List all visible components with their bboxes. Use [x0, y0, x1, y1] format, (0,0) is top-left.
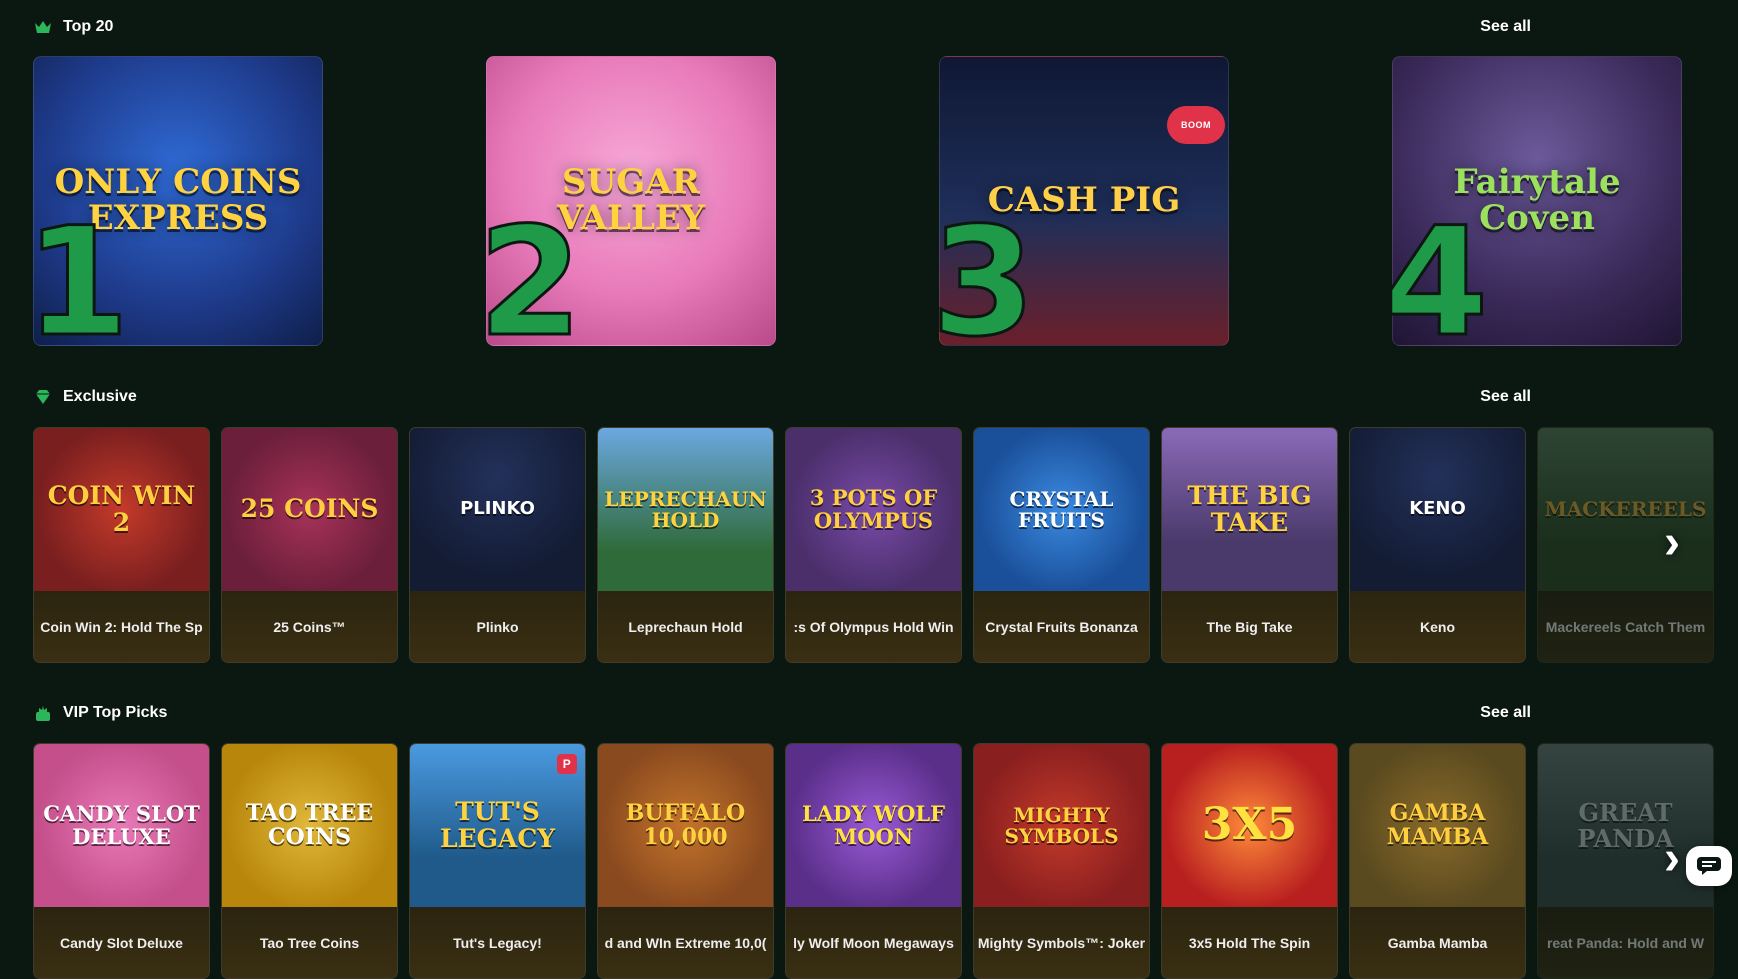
game-art: COIN WIN 2 — [34, 428, 209, 591]
game-name: Mackereels Catch Them — [1538, 591, 1713, 662]
game-art-text: CANDY SLOT DELUXE — [43, 801, 200, 849]
game-card[interactable]: 3 POTS OF OLYMPUS :s Of Olympus Hold Win — [785, 427, 962, 663]
game-art-text: MACKEREELS — [1544, 497, 1707, 521]
game-name: Gamba Mamba — [1350, 907, 1525, 978]
rank-number: 1 — [23, 196, 130, 370]
game-art-text: 25 COINS — [240, 494, 379, 524]
exclusive-row: COIN WIN 2 Coin Win 2: Hold The Sp 25 CO… — [33, 427, 1738, 663]
section-title-vip: VIP Top Picks — [63, 704, 168, 721]
game-name: reat Panda: Hold and W — [1538, 907, 1713, 978]
game-card[interactable]: KENO Keno — [1349, 427, 1526, 663]
game-art: LADY WOLF MOON — [786, 744, 961, 907]
rank-number: 4 — [1382, 196, 1489, 370]
game-art-text: LEPRECHAUN HOLD — [604, 486, 767, 532]
game-name: Tut's Legacy! — [410, 907, 585, 978]
game-art-text: MIGHTY SYMBOLS — [1004, 802, 1119, 848]
section-title-exclusive: Exclusive — [63, 388, 137, 405]
game-name: Plinko — [410, 591, 585, 662]
rank-number: 2 — [476, 196, 583, 370]
game-card[interactable]: BUFFALO 10,000 d and WIn Extreme 10,0( — [597, 743, 774, 979]
game-card[interactable]: 25 COINS 25 Coins™ — [221, 427, 398, 663]
game-art: TAO TREE COINS — [222, 744, 397, 907]
see-all-top20-link[interactable]: See all — [1480, 18, 1531, 36]
game-name: d and WIn Extreme 10,0( — [598, 907, 773, 978]
game-art-text: CRYSTAL FRUITS — [1009, 486, 1114, 532]
game-name: ly Wolf Moon Megaways — [786, 907, 961, 978]
top20-row: ONLY COINS EXPRESS 1 SUGAR VALLEY 2 CASH… — [23, 56, 1683, 360]
game-name: Crystal Fruits Bonanza — [974, 591, 1149, 662]
game-card[interactable]: CRYSTAL FRUITS Crystal Fruits Bonanza — [973, 427, 1150, 663]
game-name: Tao Tree Coins — [222, 907, 397, 978]
p-badge: P — [557, 754, 577, 774]
game-card[interactable]: CANDY SLOT DELUXE Candy Slot Deluxe — [33, 743, 210, 979]
game-art: CRYSTAL FRUITS — [974, 428, 1149, 591]
game-art-text: 3x5 — [1201, 799, 1298, 851]
top20-header: Top 20 See all — [33, 12, 1531, 42]
top20-card-3[interactable]: CASH PIG BOOM 3 — [929, 56, 1229, 360]
vip-icon — [33, 703, 53, 723]
exclusive-header: Exclusive See all — [33, 382, 1531, 412]
vip-header: VIP Top Picks See all — [33, 698, 1531, 728]
game-art: KENO — [1350, 428, 1525, 591]
game-card[interactable]: LEPRECHAUN HOLD Leprechaun Hold — [597, 427, 774, 663]
game-art-text: PLINKO — [460, 498, 535, 520]
game-art: MACKEREELS — [1538, 428, 1713, 591]
game-art: THE BIG TAKE — [1162, 428, 1337, 591]
exclusive-title-group: Exclusive — [33, 387, 137, 407]
see-all-vip-link[interactable]: See all — [1480, 704, 1531, 722]
game-art: 25 COINS — [222, 428, 397, 591]
game-name: Mighty Symbols™: Joker — [974, 907, 1149, 978]
game-name: :s Of Olympus Hold Win — [786, 591, 961, 662]
section-title-top20: Top 20 — [63, 18, 114, 35]
game-art-text: GAMBA MAMBA — [1386, 800, 1489, 850]
game-art: GREAT PANDA — [1538, 744, 1713, 907]
diamond-icon — [33, 387, 53, 407]
game-art-text: COIN WIN 2 — [47, 481, 196, 537]
game-name: Candy Slot Deluxe — [34, 907, 209, 978]
game-art: BUFFALO 10,000 — [598, 744, 773, 907]
game-art-text: THE BIG TAKE — [1187, 481, 1312, 537]
game-name: Keno — [1350, 591, 1525, 662]
game-art-text: 3 POTS OF OLYMPUS — [809, 485, 938, 533]
game-card[interactable]: MIGHTY SYMBOLS Mighty Symbols™: Joker — [973, 743, 1150, 979]
game-art: 3 POTS OF OLYMPUS — [786, 428, 961, 591]
game-card[interactable]: TAO TREE COINS Tao Tree Coins — [221, 743, 398, 979]
game-card[interactable]: TUT'S LEGACY P Tut's Legacy! — [409, 743, 586, 979]
game-name: 3x5 Hold The Spin — [1162, 907, 1337, 978]
boom-badge: BOOM — [1167, 106, 1225, 144]
crown-icon — [33, 17, 53, 37]
game-art-text: LADY WOLF MOON — [801, 801, 946, 849]
top20-card-4[interactable]: Fairytale Coven 4 — [1382, 56, 1682, 360]
game-card[interactable]: 3x5 3x5 Hold The Spin — [1161, 743, 1338, 979]
game-art-text: TAO TREE COINS — [245, 800, 374, 850]
exclusive-next-arrow-icon[interactable]: › — [1650, 516, 1694, 569]
game-art: LEPRECHAUN HOLD — [598, 428, 773, 591]
game-card[interactable]: LADY WOLF MOON ly Wolf Moon Megaways — [785, 743, 962, 979]
game-card[interactable]: THE BIG TAKE The Big Take — [1161, 427, 1338, 663]
top20-card-2[interactable]: SUGAR VALLEY 2 — [476, 56, 776, 360]
game-art: MIGHTY SYMBOLS — [974, 744, 1149, 907]
game-art-text: TUT'S LEGACY — [439, 797, 556, 853]
game-art: 3x5 — [1162, 744, 1337, 907]
vip-title-group: VIP Top Picks — [33, 703, 167, 723]
rank-number: 3 — [929, 196, 1036, 370]
top20-card-1[interactable]: ONLY COINS EXPRESS 1 — [23, 56, 323, 360]
game-art-text: BUFFALO 10,000 — [625, 800, 746, 850]
game-art-text: KENO — [1409, 498, 1466, 520]
game-art: CANDY SLOT DELUXE — [34, 744, 209, 907]
game-name: Leprechaun Hold — [598, 591, 773, 662]
game-art: GAMBA MAMBA — [1350, 744, 1525, 907]
top20-title-group: Top 20 — [33, 17, 113, 37]
vip-row: CANDY SLOT DELUXE Candy Slot Deluxe TAO … — [33, 743, 1738, 979]
game-name: Coin Win 2: Hold The Sp — [34, 591, 209, 662]
game-art: PLINKO — [410, 428, 585, 591]
chat-icon[interactable] — [1686, 846, 1732, 886]
see-all-exclusive-link[interactable]: See all — [1480, 388, 1531, 406]
game-name: 25 Coins™ — [222, 591, 397, 662]
game-card[interactable]: PLINKO Plinko — [409, 427, 586, 663]
game-name: The Big Take — [1162, 591, 1337, 662]
game-card[interactable]: COIN WIN 2 Coin Win 2: Hold The Sp — [33, 427, 210, 663]
game-card[interactable]: GAMBA MAMBA Gamba Mamba — [1349, 743, 1526, 979]
